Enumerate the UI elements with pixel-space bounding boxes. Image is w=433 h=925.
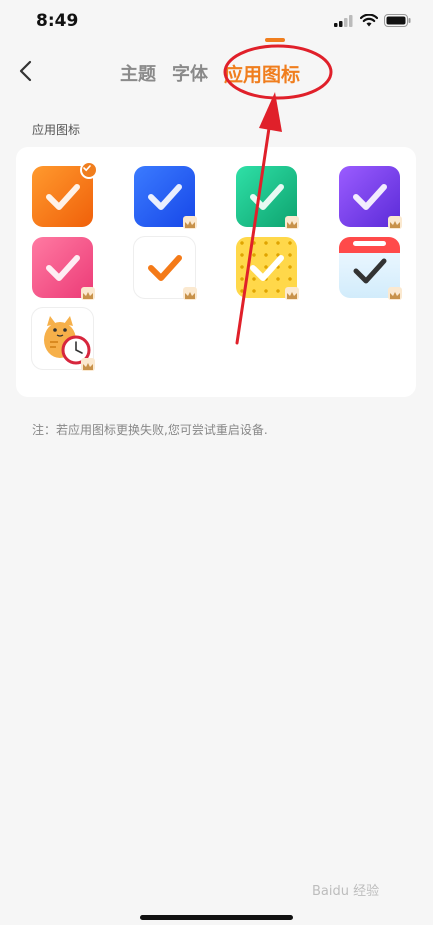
wifi-icon [360,14,378,27]
app-icon-blue[interactable] [134,166,197,229]
app-icon-orange[interactable] [32,161,98,227]
check-icon [46,184,80,210]
check-icon [46,255,80,281]
status-bar: 8:49 [0,0,433,44]
status-time: 8:49 [36,11,79,31]
app-icon-purple[interactable] [339,166,402,229]
premium-crown-icon [183,216,197,229]
premium-crown-icon [285,216,299,229]
tab-theme[interactable]: 主题 [120,60,156,87]
system-icons [334,14,411,27]
battery-icon [384,14,411,27]
app-icon-pink[interactable] [32,237,95,300]
premium-crown-icon [285,287,299,300]
active-tab-indicator [265,38,285,42]
tab-font[interactable]: 字体 [172,60,208,87]
check-icon [148,184,182,210]
premium-crown-icon [81,287,95,300]
back-arrow-icon[interactable] [14,58,40,84]
annotation-arrow [235,92,282,345]
premium-crown-icon [183,287,197,300]
check-icon [353,184,387,210]
selected-check-badge [80,161,98,179]
icon-panel [16,147,416,397]
app-icon-cat-clock[interactable] [32,308,95,371]
app-icon-calendar-snow[interactable] [339,237,402,300]
premium-crown-icon [388,216,402,229]
watermark-text: Baidu 经验 [312,884,380,899]
check-icon [353,258,387,284]
section-title: 应用图标 [32,123,81,137]
premium-crown-icon [388,287,402,300]
signal-icon [334,14,353,27]
premium-crown-icon [81,358,95,371]
home-indicator [140,915,293,920]
note-text: 注：若应用图标更换失败,您可尝试重启设备. [32,423,268,437]
calendar-rings-icon [353,241,386,246]
app-icon-white-orange[interactable] [134,237,197,300]
nav-bar: 主题 字体 应用图标 [0,50,433,98]
check-icon [148,255,182,281]
